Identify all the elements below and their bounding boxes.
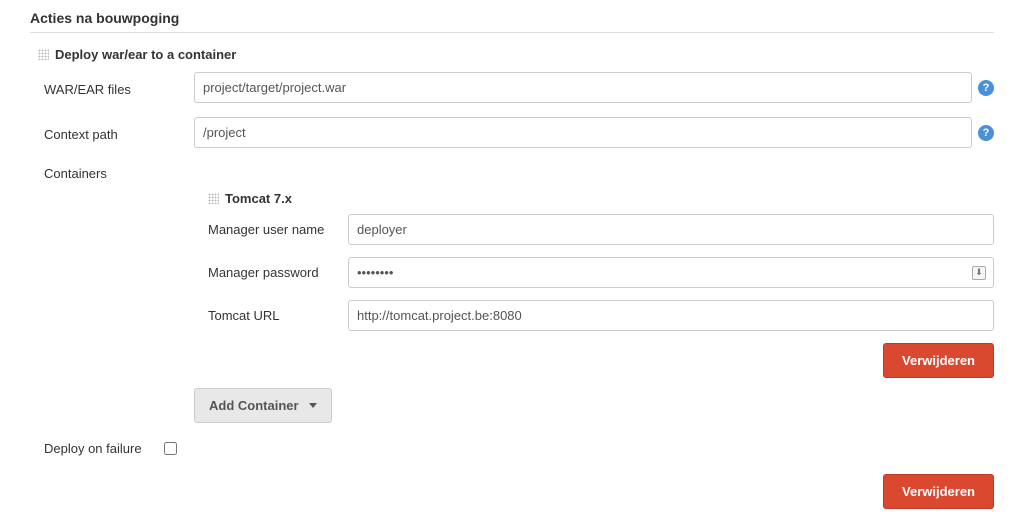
container-header: Tomcat 7.x <box>194 191 994 206</box>
context-path-row: Context path ? <box>30 117 994 148</box>
add-container-button[interactable]: Add Container <box>194 388 332 423</box>
tomcat-url-input[interactable] <box>348 300 994 331</box>
manager-password-row: Manager password ⬇ <box>194 257 994 288</box>
deploy-block: Deploy war/ear to a container WAR/EAR fi… <box>30 47 994 509</box>
containers-label: Containers <box>44 162 194 181</box>
context-path-input[interactable] <box>194 117 972 148</box>
manager-user-input[interactable] <box>348 214 994 245</box>
chevron-down-icon <box>309 403 317 408</box>
deploy-block-header: Deploy war/ear to a container <box>30 47 994 62</box>
add-container-label: Add Container <box>209 398 299 413</box>
section-title: Acties na bouwpoging <box>30 10 994 33</box>
container-title: Tomcat 7.x <box>225 191 292 206</box>
outer-delete-button[interactable]: Verwijderen <box>883 474 994 509</box>
deploy-on-failure-row: Deploy on failure <box>30 441 994 456</box>
war-ear-input[interactable] <box>194 72 972 103</box>
help-icon[interactable]: ? <box>978 80 994 96</box>
container-block: Tomcat 7.x Manager user name Manager pas… <box>194 191 994 378</box>
drag-handle-icon[interactable] <box>38 49 49 60</box>
password-save-icon[interactable]: ⬇ <box>972 266 986 280</box>
containers-label-row: Containers <box>30 162 994 181</box>
deploy-on-failure-checkbox[interactable] <box>164 442 177 455</box>
deploy-block-title: Deploy war/ear to a container <box>55 47 236 62</box>
deploy-on-failure-label: Deploy on failure <box>44 441 154 456</box>
manager-password-input[interactable] <box>348 257 994 288</box>
tomcat-url-row: Tomcat URL <box>194 300 994 331</box>
drag-handle-icon[interactable] <box>208 193 219 204</box>
manager-password-label: Manager password <box>208 265 348 280</box>
container-delete-row: Verwijderen <box>194 343 994 378</box>
manager-user-row: Manager user name <box>194 214 994 245</box>
context-path-label: Context path <box>44 123 194 142</box>
help-icon[interactable]: ? <box>978 125 994 141</box>
war-ear-label: WAR/EAR files <box>44 78 194 97</box>
war-ear-row: WAR/EAR files ? <box>30 72 994 103</box>
outer-delete-row: Verwijderen <box>30 474 994 509</box>
container-delete-button[interactable]: Verwijderen <box>883 343 994 378</box>
tomcat-url-label: Tomcat URL <box>208 308 348 323</box>
manager-user-label: Manager user name <box>208 222 348 237</box>
add-container-row: Add Container <box>194 388 994 423</box>
